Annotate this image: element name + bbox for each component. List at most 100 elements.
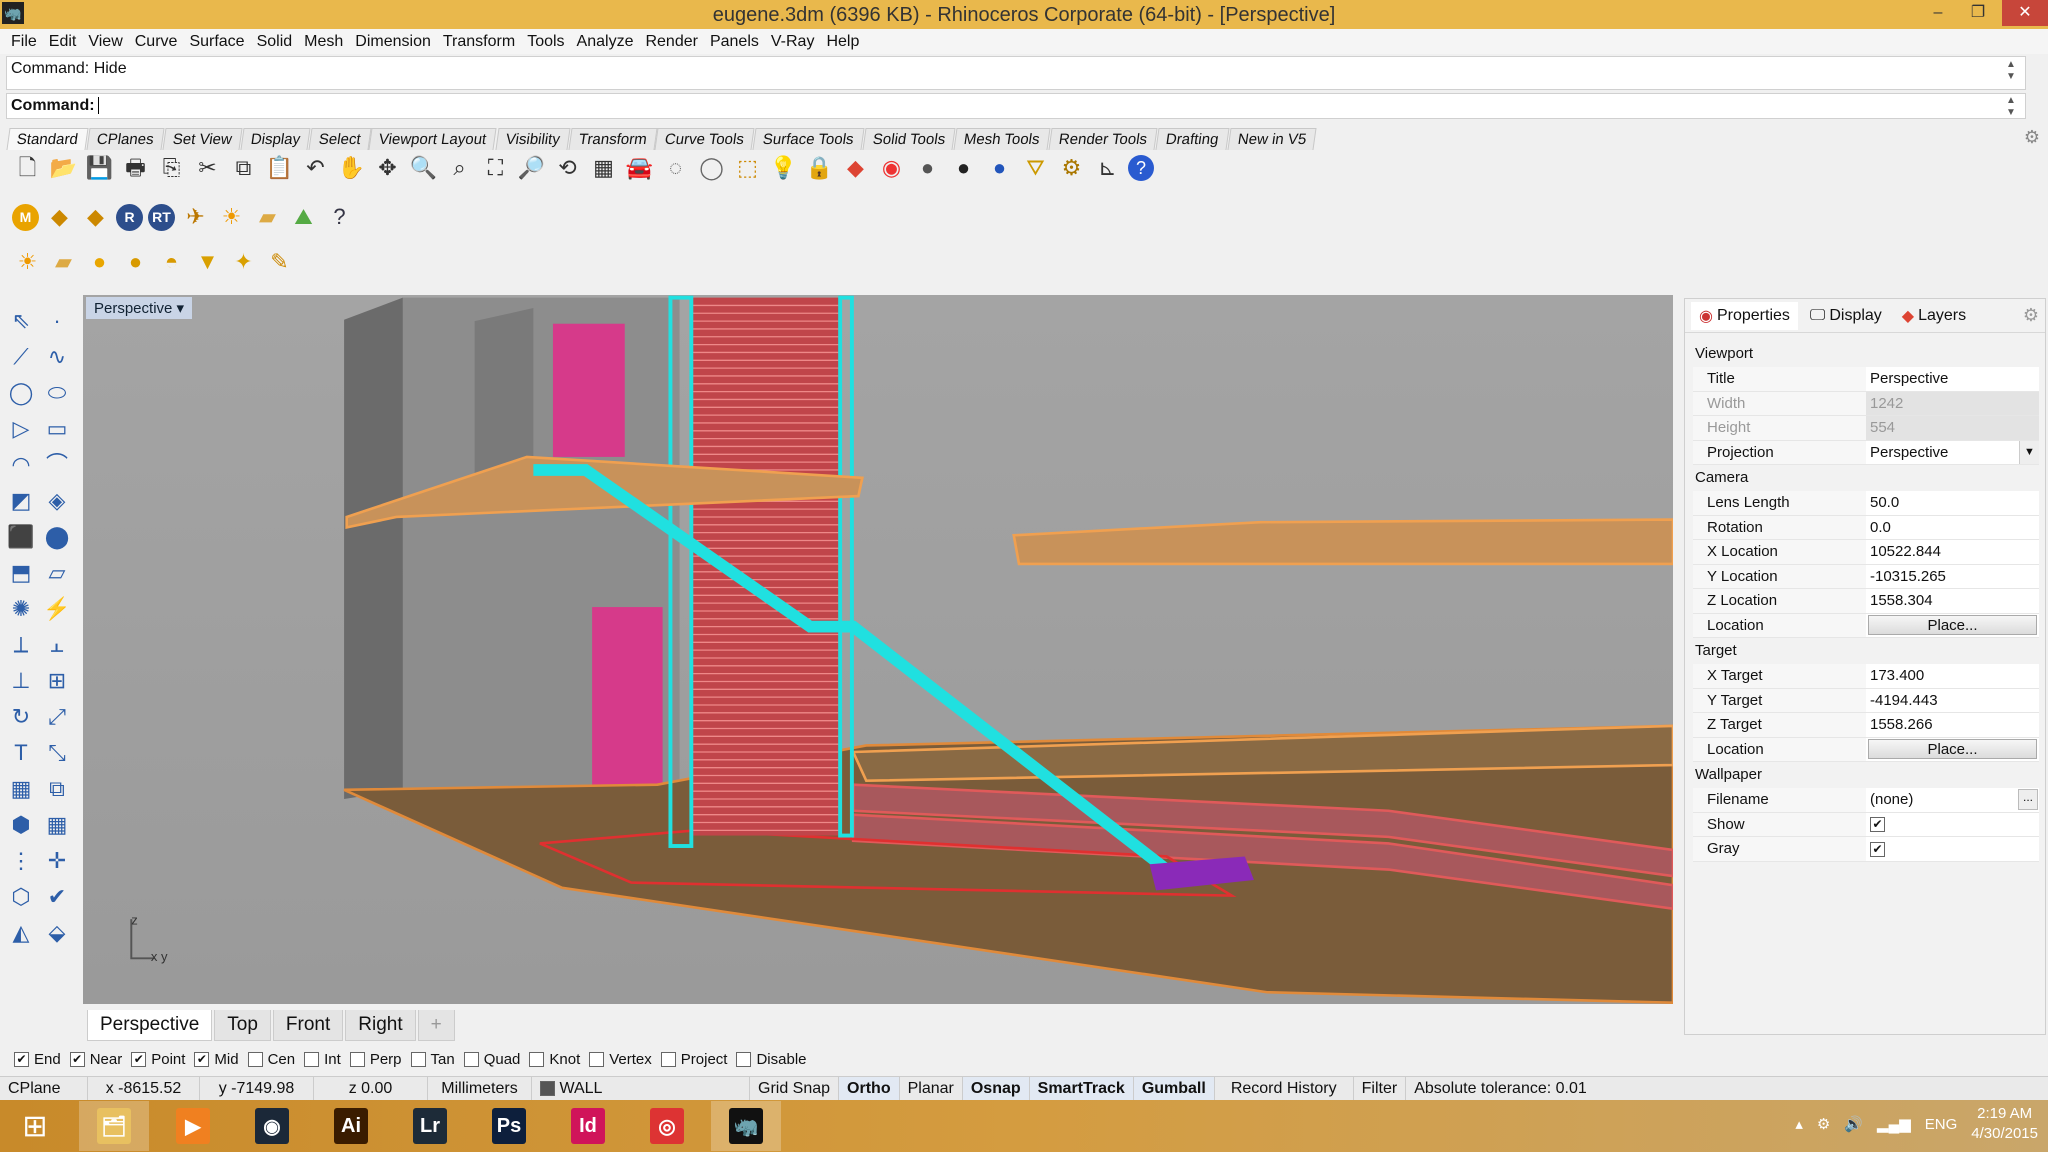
command-scrollbar[interactable]: ▲ ▼ (2003, 95, 2019, 119)
taskbar-app-rhino[interactable]: 🦏 (711, 1101, 781, 1151)
undo-icon[interactable]: ↶ (300, 153, 331, 184)
sun-icon[interactable]: ☀ (216, 202, 247, 233)
zoom-window-icon[interactable]: ⌕ (444, 153, 475, 184)
taskbar-app-lightroom[interactable]: Lr (395, 1101, 465, 1151)
paste-icon[interactable]: 📋 (264, 153, 295, 184)
panel-gear-icon[interactable]: ⚙ (2023, 305, 2039, 326)
vray-frame-icon[interactable]: ✈ (180, 202, 211, 233)
scale-icon[interactable]: ⤢ (40, 701, 74, 732)
cone-icon[interactable]: ◭ (4, 917, 38, 948)
cut-icon[interactable]: ✂ (192, 153, 223, 184)
place-button[interactable]: Place... (1868, 614, 2037, 635)
tab-display[interactable]: 🖵 Display (1802, 303, 1890, 329)
join-icon[interactable]: ⊥ (4, 665, 38, 696)
ortho-toggle[interactable]: Ortho (839, 1077, 900, 1100)
property-value[interactable]: (none)... (1866, 788, 2039, 812)
menu-help[interactable]: Help (823, 29, 868, 54)
material-icon[interactable]: ● (984, 153, 1015, 184)
tag-icon[interactable]: ◆ (44, 202, 75, 233)
curve-icon[interactable]: ∿ (40, 341, 74, 372)
checkbox[interactable] (410, 1051, 426, 1067)
mesh-icon[interactable]: ⬢ (4, 809, 38, 840)
mesh-light-icon[interactable]: ✎ (264, 247, 295, 278)
place-button[interactable]: Place... (1868, 738, 2037, 759)
property-value[interactable]: ✔ (1866, 813, 2039, 837)
property-value[interactable]: 1558.304 (1866, 589, 2039, 613)
viewport-title-dropdown[interactable]: Perspective ▾ (86, 297, 193, 319)
rectangle-icon[interactable]: ▭ (40, 413, 74, 444)
toolbar-tab-visibility[interactable]: Visibility (495, 128, 571, 150)
vray-material-icon[interactable]: M (12, 203, 39, 231)
split-icon[interactable]: ⫠ (40, 629, 74, 660)
lock-icon[interactable]: 🔒 (804, 153, 835, 184)
checkbox[interactable]: ✔ (69, 1051, 85, 1067)
viewport-tab-front[interactable]: Front (272, 1010, 344, 1041)
checkbox[interactable] (304, 1051, 320, 1067)
grid-array-icon[interactable]: ⋮ (4, 845, 38, 876)
toolbar-tab-solid-tools[interactable]: Solid Tools (862, 128, 956, 150)
layer-icon[interactable]: ◆ (840, 153, 871, 184)
rect-light-icon[interactable]: ▰ (48, 247, 79, 278)
select-arrow-icon[interactable]: ⇖ (4, 305, 38, 336)
dimension-icon[interactable]: ⊾ (1092, 153, 1123, 184)
section-target[interactable]: Target (1693, 638, 2039, 664)
tags-icon[interactable]: ◆ (80, 202, 111, 233)
section-viewport[interactable]: Viewport (1693, 341, 2039, 367)
property-value[interactable]: -10315.265 (1866, 565, 2039, 589)
checkbox[interactable] (660, 1051, 676, 1067)
property-value[interactable]: 10522.844 (1866, 540, 2039, 564)
osnap-int[interactable]: Int (304, 1051, 341, 1068)
sphere-light-icon[interactable]: ● (84, 247, 115, 278)
render-icon[interactable]: ● (948, 153, 979, 184)
grid-snap-toggle[interactable]: Grid Snap (750, 1077, 840, 1100)
print-icon[interactable]: 🖶 (120, 153, 151, 184)
osnap-end[interactable]: ✔ End (14, 1051, 61, 1068)
dimension-icon[interactable]: ⤡ (40, 737, 74, 768)
property-value[interactable]: 0.0 (1866, 516, 2039, 540)
layer-selector[interactable]: WALL (532, 1077, 750, 1100)
checkbox[interactable]: ✔ (131, 1051, 147, 1067)
plane-light-icon[interactable]: ▰ (252, 202, 283, 233)
surface-edit-icon[interactable]: ▱ (40, 557, 74, 588)
osnap-point[interactable]: ✔ Point (131, 1051, 185, 1068)
sun-light-icon[interactable]: ☀ (12, 247, 43, 278)
menu-view[interactable]: View (85, 29, 131, 54)
point-icon[interactable]: · (40, 305, 74, 336)
property-value[interactable]: Place... (1866, 738, 2039, 762)
language-indicator[interactable]: ENG (1925, 1116, 1958, 1133)
toolbar-tab-select[interactable]: Select (308, 128, 371, 150)
checkbox[interactable] (736, 1051, 752, 1067)
menu-file[interactable]: File (8, 29, 46, 54)
command-line[interactable]: Command: ▲ ▼ (6, 93, 2026, 119)
planar-toggle[interactable]: Planar (900, 1077, 963, 1100)
toolbar-tab-set-view[interactable]: Set View (162, 128, 243, 150)
osnap-perp[interactable]: Perp (349, 1051, 402, 1068)
osnap-disable[interactable]: Disable (736, 1051, 807, 1068)
vray-rt-icon[interactable]: RT (148, 203, 175, 231)
gumball-icon[interactable]: ✛ (40, 845, 74, 876)
toolbar-tab-standard[interactable]: Standard (6, 128, 89, 150)
taskbar-app-chrome[interactable]: ◎ (632, 1101, 702, 1151)
shade-icon[interactable]: ● (912, 153, 943, 184)
toolbar-tab-mesh-tools[interactable]: Mesh Tools (953, 128, 1051, 150)
property-value[interactable]: Place... (1866, 614, 2039, 638)
color-icon[interactable]: ◉ (876, 153, 907, 184)
show-icon[interactable]: ◯ (696, 153, 727, 184)
tab-properties[interactable]: ◉ Properties (1691, 301, 1798, 330)
move-view-icon[interactable]: ✥ (372, 153, 403, 184)
minimize-button[interactable]: – (1918, 0, 1958, 26)
volume-icon[interactable]: 🔊 (1844, 1115, 1863, 1133)
box-icon[interactable]: ⬛ (4, 521, 38, 552)
checkbox[interactable]: ✔ (194, 1051, 210, 1067)
windows-start-button[interactable]: ⊞ (0, 1101, 70, 1151)
menu-edit[interactable]: Edit (46, 29, 86, 54)
osnap-project[interactable]: Project (660, 1051, 727, 1068)
gear-icon[interactable]: ✺ (4, 593, 38, 624)
pan-icon[interactable]: ✋ (336, 153, 367, 184)
toolbar-tab-curve-tools[interactable]: Curve Tools (654, 128, 755, 150)
omni-icon[interactable]: ✦ (228, 247, 259, 278)
property-value[interactable]: 1558.266 (1866, 713, 2039, 737)
help-icon[interactable]: ? (1128, 155, 1154, 181)
tray-chevron-icon[interactable]: ▴ (1795, 1115, 1803, 1133)
toolbar-tab-cplanes[interactable]: CPlanes (86, 128, 165, 150)
